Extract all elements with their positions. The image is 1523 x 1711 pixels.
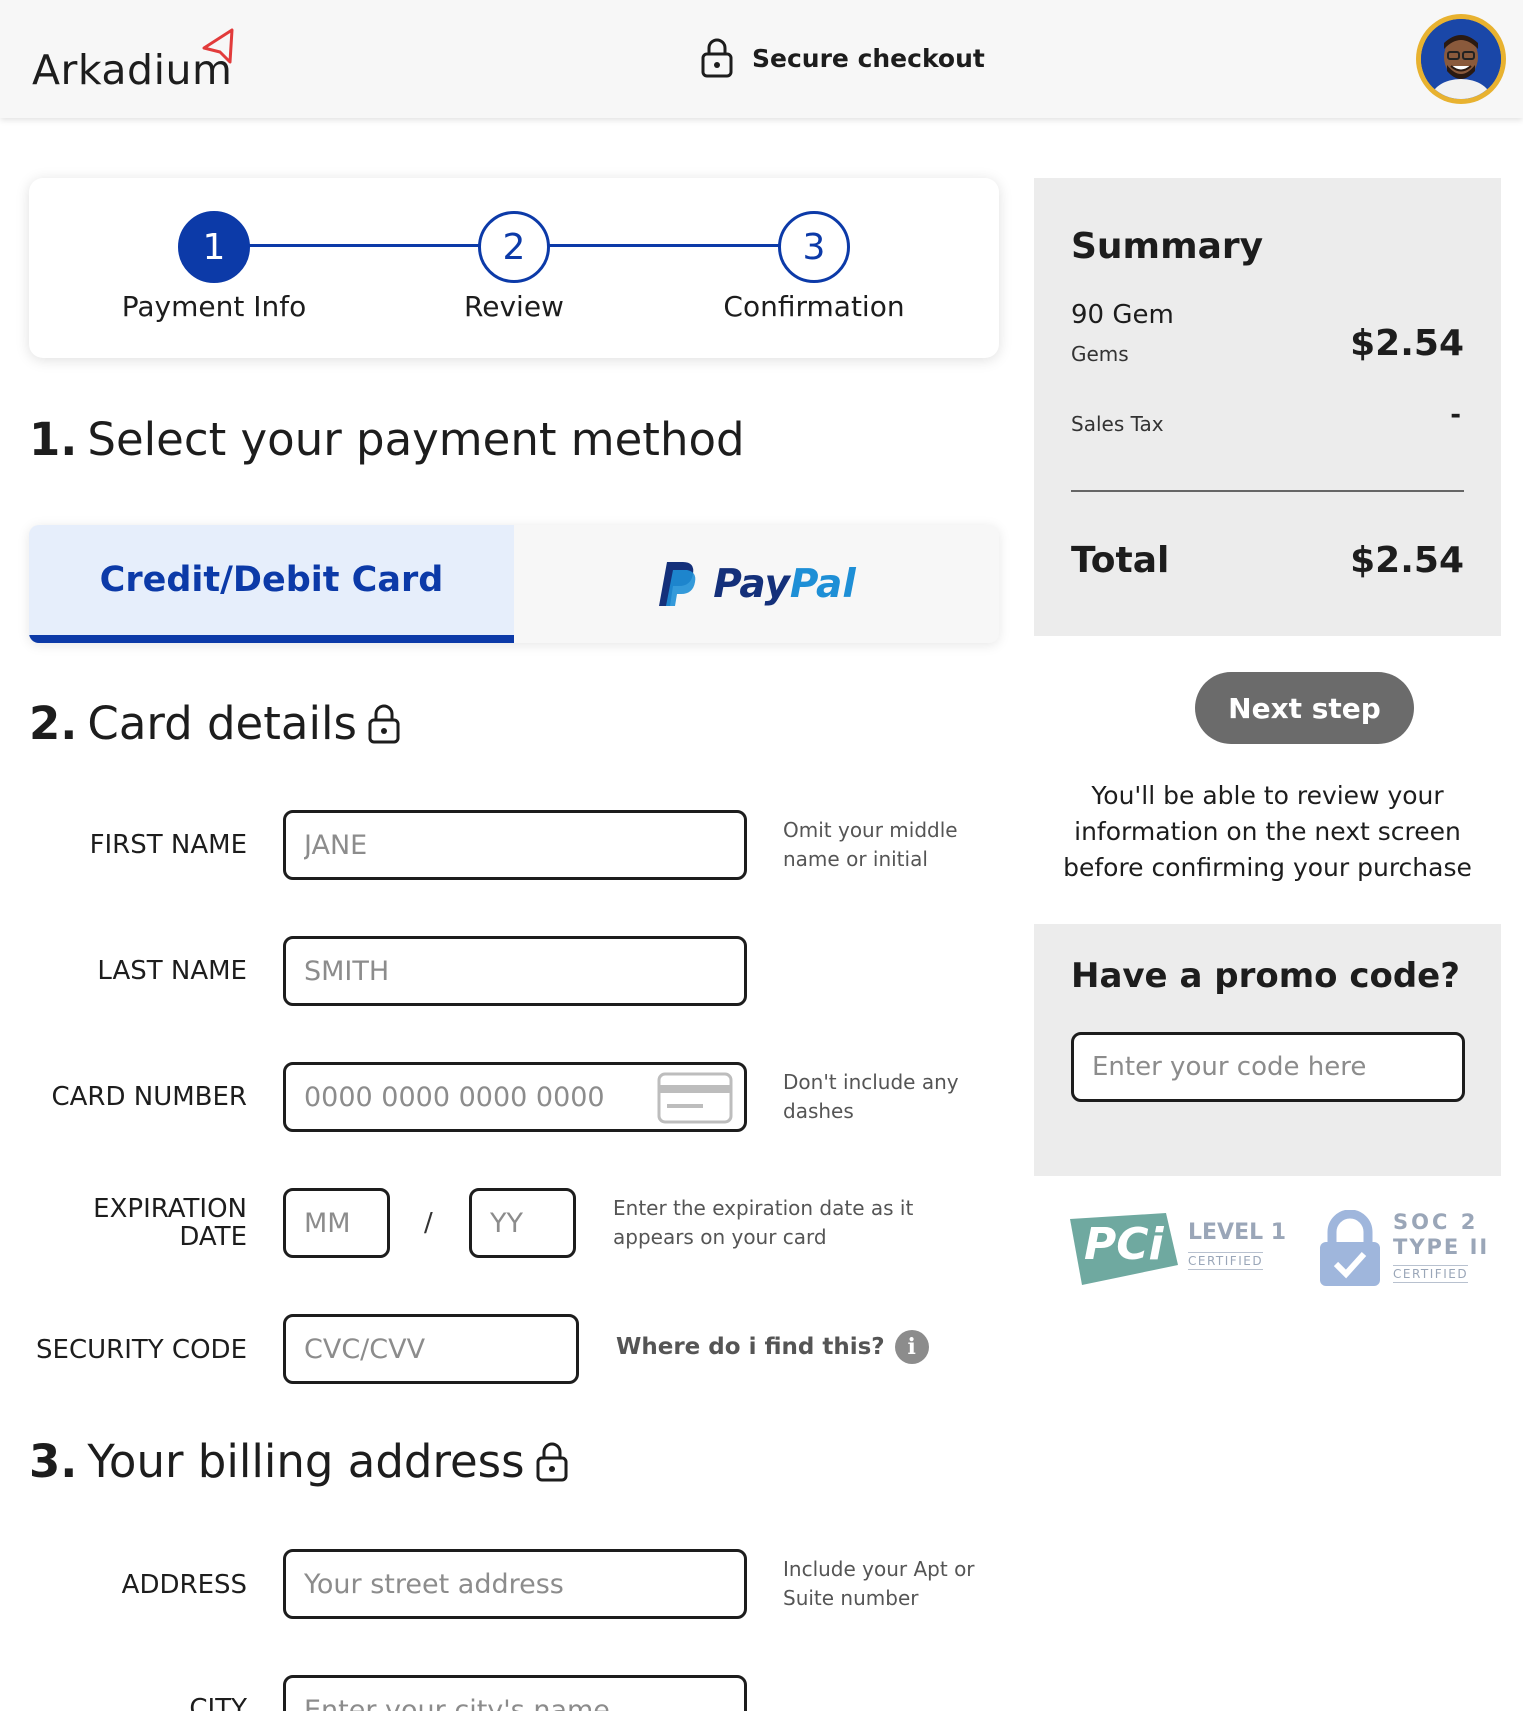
user-avatar[interactable] (1416, 14, 1506, 104)
lock-icon (701, 38, 733, 78)
summary-divider (1071, 490, 1464, 492)
tab-credit-card[interactable]: Credit/Debit Card (29, 525, 514, 643)
security-code-input[interactable] (283, 1314, 579, 1384)
expiration-date-label: EXPIRATION DATE (93, 1195, 247, 1251)
last-name-input[interactable] (283, 936, 747, 1006)
summary-total-value: $2.54 (1350, 540, 1464, 581)
order-summary: Summary 90 Gem Gems $2.54 Sales Tax - To… (1034, 178, 1501, 636)
pci-badge: PCi (1070, 1213, 1180, 1285)
expiration-hint: Enter the expiration date as it appears … (613, 1196, 914, 1249)
lock-icon (536, 1442, 568, 1481)
header: Arkadium Secure checkout (0, 0, 1523, 118)
info-icon[interactable]: i (894, 1330, 929, 1364)
promo-title: Have a promo code? (1071, 956, 1460, 996)
card-details-heading: 2. Card details (29, 697, 401, 750)
step-3-label: Confirmation (723, 290, 905, 323)
expiration-month-input[interactable] (283, 1188, 390, 1258)
section-number: 2. (29, 697, 78, 750)
where-find-cvv-label: Where do i find this? (616, 1334, 885, 1360)
logo-arrow-icon (202, 28, 234, 64)
checkout-stepper: 1 2 3 Payment Info Review Confirmation (29, 178, 999, 358)
expiration-separator: / (424, 1208, 433, 1238)
soc-line1: SOC 2 (1393, 1210, 1479, 1234)
person-avatar-icon (1421, 19, 1501, 99)
credit-card-icon (657, 1072, 733, 1124)
address-label: ADDRESS (121, 1570, 247, 1600)
first-name-label: FIRST NAME (89, 830, 247, 860)
expiration-label-line1: EXPIRATION (93, 1194, 247, 1224)
summary-total-label: Total (1071, 540, 1170, 581)
city-input[interactable] (283, 1675, 747, 1711)
summary-item-price: $2.54 (1350, 323, 1464, 364)
pci-level: LEVEL 1 (1188, 1220, 1287, 1245)
expiration-label-line2: DATE (179, 1222, 247, 1252)
section-number: 3. (29, 1435, 78, 1488)
summary-item-sub: Gems (1071, 342, 1129, 366)
city-label: CITY (189, 1694, 247, 1711)
secure-checkout: Secure checkout (700, 36, 985, 80)
promo-panel: Have a promo code? (1034, 924, 1501, 1176)
summary-item-name: 90 Gem (1071, 300, 1174, 330)
address-hint: Include your Apt or Suite number (783, 1557, 975, 1610)
first-name-input[interactable] (283, 810, 747, 880)
payment-method-tabs: Credit/Debit Card PayPal (29, 525, 999, 643)
tab-credit-card-label: Credit/Debit Card (99, 560, 444, 600)
promo-code-input[interactable] (1071, 1032, 1465, 1102)
soc-certified: CERTIFIED (1393, 1265, 1469, 1283)
review-note: You'll be able to review your informatio… (1063, 781, 1472, 882)
tab-paypal[interactable]: PayPal (514, 525, 999, 643)
section-title: Card details (87, 697, 357, 750)
section-title: Select your payment method (87, 413, 745, 466)
step-1-label: Payment Info (121, 290, 307, 323)
security-code-label: SECURITY CODE (36, 1335, 247, 1365)
billing-address-heading: 3. Your billing address (29, 1435, 569, 1488)
card-number-label: CARD NUMBER (51, 1082, 247, 1112)
step-3-circle: 3 (778, 211, 850, 283)
paypal-wordmark-pay: Pay (713, 561, 790, 607)
payment-method-heading: 1. Select your payment method (29, 413, 745, 466)
card-number-hint: Don't include any dashes (783, 1070, 959, 1123)
step-2-circle: 2 (478, 211, 550, 283)
section-title: Your billing address (87, 1435, 525, 1488)
address-input[interactable] (283, 1549, 747, 1619)
pci-certified: CERTIFIED (1188, 1252, 1264, 1270)
lock-icon (368, 704, 400, 743)
summary-tax-label: Sales Tax (1071, 412, 1164, 436)
where-find-cvv-link[interactable]: Where do i find this? i (616, 1330, 929, 1364)
step-2-label: Review (464, 290, 564, 323)
soc-lock-icon (1320, 1210, 1380, 1286)
section-number: 1. (29, 413, 78, 466)
summary-tax-value: - (1450, 400, 1461, 430)
step-connector (243, 244, 513, 247)
step-connector (543, 244, 813, 247)
first-name-hint: Omit your middle name or initial (783, 818, 958, 871)
soc-line2: TYPE II (1393, 1235, 1490, 1259)
next-step-button[interactable]: Next step (1195, 672, 1414, 744)
expiration-year-input[interactable] (469, 1188, 576, 1258)
pci-logo-text: PCi (1084, 1219, 1164, 1270)
paypal-wordmark-pal: Pal (789, 561, 856, 607)
secure-checkout-label: Secure checkout (752, 43, 985, 73)
step-1-circle: 1 (178, 211, 250, 283)
last-name-label: LAST NAME (97, 956, 247, 986)
paypal-icon (659, 562, 696, 606)
summary-title: Summary (1071, 226, 1264, 267)
